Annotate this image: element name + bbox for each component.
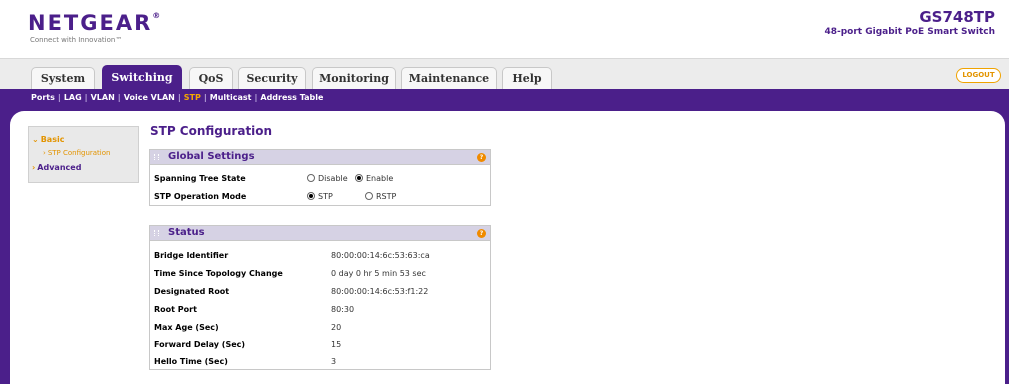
tab-maintenance[interactable]: Maintenance — [401, 67, 497, 90]
model-name: GS748TP — [919, 8, 995, 26]
topology-change-value: 0 day 0 hr 5 min 53 sec — [331, 269, 426, 278]
tab-security[interactable]: Security — [238, 67, 306, 90]
submenu-separator: | — [84, 93, 88, 102]
nav-stp-configuration[interactable]: › STP Configuration — [43, 149, 110, 157]
logout-button[interactable]: LOGOUT — [956, 68, 1001, 83]
main-tab-bar: System Switching QoS Security Monitoring… — [0, 58, 1009, 90]
submenu-separator: | — [57, 93, 61, 102]
tab-monitoring[interactable]: Monitoring — [312, 67, 396, 90]
designated-root-label: Designated Root — [154, 287, 230, 296]
status-panel: Status ? Bridge Identifier 80:00:00:14:6… — [149, 225, 491, 370]
grip-icon — [154, 154, 159, 160]
left-navigation: ⌄ Basic › STP Configuration › Advanced — [28, 126, 139, 183]
submenu-separator: | — [177, 93, 181, 102]
submenu-lag[interactable]: LAG — [64, 89, 82, 106]
panel-title: Status — [168, 227, 205, 238]
help-icon[interactable]: ? — [477, 229, 486, 238]
hello-time-label: Hello Time (Sec) — [154, 357, 228, 366]
panel-title: Global Settings — [168, 151, 255, 162]
submenu-separator: | — [203, 93, 207, 102]
netgear-logo[interactable]: NETGEAR® — [28, 11, 160, 35]
submenu-multicast[interactable]: Multicast — [210, 89, 252, 106]
nav-basic[interactable]: ⌄ Basic — [32, 135, 64, 144]
radio-rstp[interactable]: RSTP — [365, 192, 396, 201]
radio-disable[interactable]: Disable — [307, 174, 348, 183]
submenu-separator: | — [254, 93, 258, 102]
submenu-separator: | — [117, 93, 121, 102]
radio-selected-icon — [355, 174, 363, 182]
topology-change-label: Time Since Topology Change — [154, 269, 283, 278]
header-band: NETGEAR® Connect with Innovation™ GS748T… — [0, 0, 1009, 58]
submenu-address-table[interactable]: Address Table — [260, 89, 323, 106]
submenu-voice-vlan[interactable]: Voice VLAN — [124, 89, 175, 106]
tab-qos[interactable]: QoS — [189, 67, 233, 90]
global-settings-panel: Global Settings ? Spanning Tree State Di… — [149, 149, 491, 206]
max-age-label: Max Age (Sec) — [154, 323, 219, 332]
chevron-right-icon: › — [32, 163, 36, 172]
forward-delay-label: Forward Delay (Sec) — [154, 340, 246, 349]
root-port-label: Root Port — [154, 305, 197, 314]
submenu-vlan[interactable]: VLAN — [91, 89, 115, 106]
tab-help[interactable]: Help — [502, 67, 552, 90]
radio-selected-icon — [307, 192, 315, 200]
radio-off-icon — [307, 174, 315, 182]
radio-enable[interactable]: Enable — [355, 174, 393, 183]
chevron-right-icon: › — [43, 149, 46, 157]
hello-time-value: 3 — [331, 357, 337, 366]
tab-system[interactable]: System — [31, 67, 95, 90]
grip-icon — [154, 230, 159, 236]
help-icon[interactable]: ? — [477, 153, 486, 162]
page-title: STP Configuration — [150, 124, 273, 138]
radio-off-icon — [365, 192, 373, 200]
radio-stp[interactable]: STP — [307, 192, 333, 201]
chevron-down-icon: ⌄ — [32, 135, 39, 144]
bridge-identifier-label: Bridge Identifier — [154, 251, 229, 260]
root-port-value: 80:30 — [331, 305, 355, 314]
panel-header: Global Settings ? — [150, 150, 490, 165]
nav-advanced[interactable]: › Advanced — [32, 163, 81, 172]
forward-delay-value: 15 — [331, 340, 342, 349]
spanning-tree-state-label: Spanning Tree State — [154, 174, 246, 183]
designated-root-value: 80:00:00:14:6c:53:f1:22 — [331, 287, 429, 296]
submenu-ports[interactable]: Ports — [31, 89, 55, 106]
bridge-identifier-value: 80:00:00:14:6c:53:63:ca — [331, 251, 430, 260]
submenu-stp[interactable]: STP — [184, 89, 201, 106]
max-age-value: 20 — [331, 323, 342, 332]
stp-operation-mode-label: STP Operation Mode — [154, 192, 247, 201]
panel-header: Status ? — [150, 226, 490, 241]
logo-tagline: Connect with Innovation™ — [30, 36, 123, 44]
switching-submenu: Ports | LAG | VLAN | Voice VLAN | STP | Multicast |… — [0, 89, 1009, 106]
model-description: 48-port Gigabit PoE Smart Switch — [824, 27, 995, 37]
tab-switching[interactable]: Switching — [102, 65, 182, 90]
